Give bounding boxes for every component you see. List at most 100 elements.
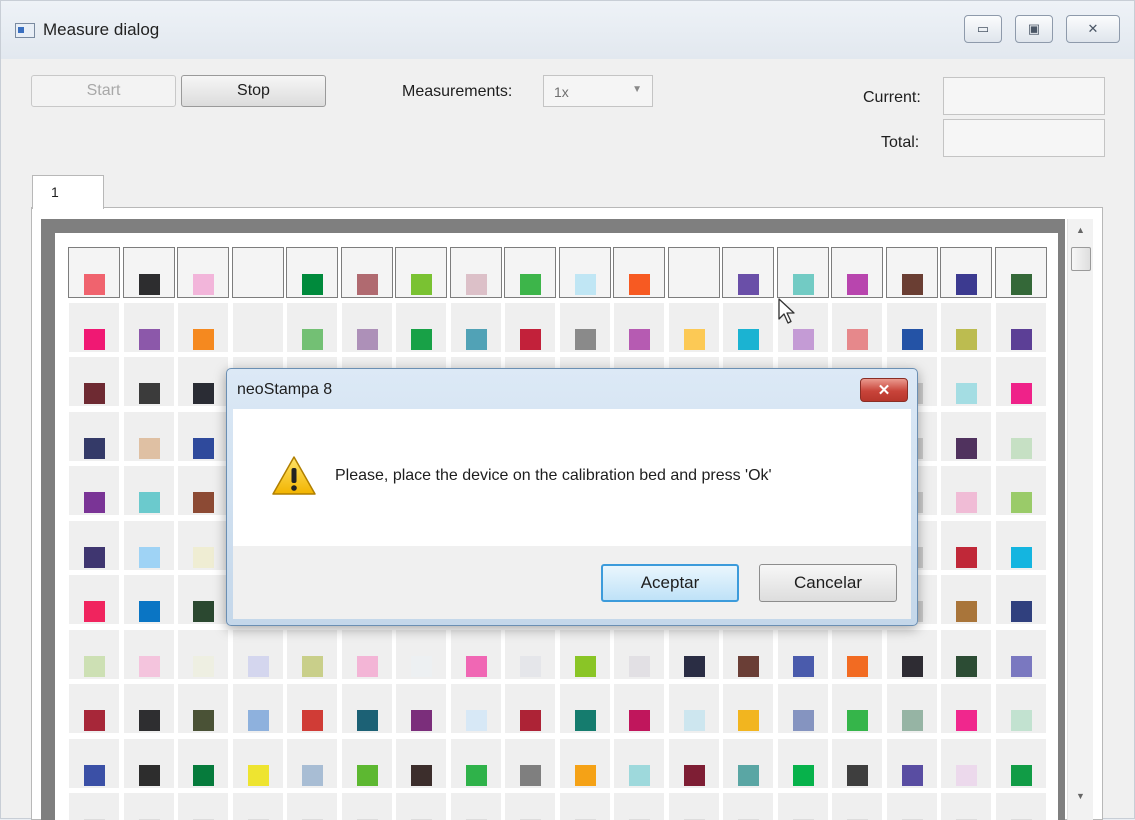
color-swatch	[956, 328, 977, 350]
color-swatch	[574, 655, 596, 677]
color-patch	[776, 247, 829, 298]
color-swatch	[956, 492, 977, 513]
message-box-close-button[interactable]: ✕	[860, 378, 908, 402]
color-swatch	[356, 655, 378, 677]
color-swatch	[138, 437, 160, 459]
color-patch	[722, 301, 774, 353]
color-swatch	[956, 383, 977, 404]
color-swatch	[956, 710, 977, 731]
color-patch	[68, 683, 120, 734]
color-patch	[940, 465, 992, 516]
color-swatch	[738, 274, 759, 295]
scroll-up-icon[interactable]: ▲	[1068, 225, 1093, 235]
color-swatch	[901, 328, 923, 350]
message-box-body: Please, place the device on the calibrat…	[233, 409, 911, 546]
color-patch	[340, 683, 393, 734]
color-swatch	[138, 383, 160, 404]
scroll-down-icon[interactable]: ▼	[1068, 791, 1093, 801]
color-patch	[68, 410, 120, 462]
color-patch	[940, 683, 992, 734]
color-swatch	[138, 328, 160, 350]
close-button[interactable]: ✕	[1066, 15, 1120, 43]
color-swatch	[138, 274, 160, 295]
total-field[interactable]	[943, 119, 1105, 157]
color-patch	[831, 247, 883, 298]
color-patch	[177, 628, 229, 680]
color-patch	[831, 628, 883, 680]
color-swatch	[792, 274, 814, 295]
color-swatch	[1010, 710, 1032, 731]
color-patch	[885, 792, 938, 820]
stop-button[interactable]: Stop	[181, 75, 326, 107]
cancel-button[interactable]: Cancelar	[759, 564, 897, 602]
color-swatch	[847, 655, 868, 677]
color-swatch	[84, 655, 105, 677]
color-patch	[231, 628, 284, 680]
color-swatch	[1010, 437, 1032, 459]
chevron-down-icon: ▼	[632, 84, 642, 95]
color-swatch	[1010, 655, 1032, 677]
color-swatch	[193, 437, 214, 459]
color-swatch	[302, 328, 323, 350]
color-swatch	[302, 274, 323, 295]
color-swatch	[356, 328, 378, 350]
color-patch	[177, 410, 229, 462]
color-patch	[667, 301, 720, 353]
color-patch	[558, 301, 611, 353]
color-patch	[449, 683, 502, 734]
color-patch	[395, 247, 447, 298]
color-swatch	[901, 710, 923, 731]
color-swatch	[411, 328, 432, 350]
color-swatch	[138, 764, 160, 786]
current-field[interactable]	[943, 77, 1105, 115]
color-swatch	[738, 764, 759, 786]
color-patch	[885, 247, 938, 298]
measurements-select[interactable]: 1x ▼	[543, 75, 653, 107]
color-patch	[504, 792, 556, 820]
color-swatch	[738, 710, 759, 731]
color-swatch	[302, 710, 323, 731]
color-swatch	[84, 437, 105, 459]
color-swatch	[138, 655, 160, 677]
color-swatch	[901, 274, 923, 295]
color-swatch	[465, 710, 487, 731]
color-swatch	[193, 383, 214, 404]
color-patch	[994, 628, 1047, 680]
color-swatch	[193, 764, 214, 786]
vertical-scrollbar[interactable]: ▲ ▼	[1067, 219, 1093, 820]
color-swatch	[956, 764, 977, 786]
color-swatch	[683, 328, 705, 350]
start-button[interactable]: Start	[31, 75, 176, 107]
tab-1[interactable]: 1	[32, 175, 104, 209]
message-box-footer: Aceptar Cancelar	[233, 546, 911, 619]
color-swatch	[683, 655, 705, 677]
color-patch	[613, 628, 665, 680]
accept-button[interactable]: Aceptar	[601, 564, 739, 602]
color-swatch	[956, 437, 977, 459]
color-swatch	[738, 655, 759, 677]
measurements-label: Measurements:	[402, 83, 513, 100]
color-patch	[885, 737, 938, 789]
color-swatch	[956, 274, 977, 295]
minimize-button[interactable]: ▭	[964, 15, 1002, 43]
color-swatch	[356, 710, 378, 731]
color-swatch	[138, 546, 160, 568]
color-patch	[122, 519, 175, 571]
color-patch	[177, 301, 229, 353]
color-patch	[885, 628, 938, 680]
color-patch	[286, 683, 338, 734]
color-patch	[231, 792, 284, 820]
title-bar: Measure dialog ▭ ▣ ✕	[1, 1, 1134, 59]
color-patch	[68, 792, 120, 820]
scroll-thumb[interactable]	[1071, 247, 1091, 271]
color-swatch	[356, 764, 378, 786]
color-patch	[286, 737, 338, 789]
color-patch	[449, 628, 502, 680]
current-label: Current:	[863, 89, 921, 106]
maximize-button[interactable]: ▣	[1015, 15, 1053, 43]
color-patch	[885, 683, 938, 734]
color-patch	[667, 628, 720, 680]
color-swatch	[465, 328, 487, 350]
color-swatch	[84, 601, 105, 622]
color-swatch	[574, 710, 596, 731]
